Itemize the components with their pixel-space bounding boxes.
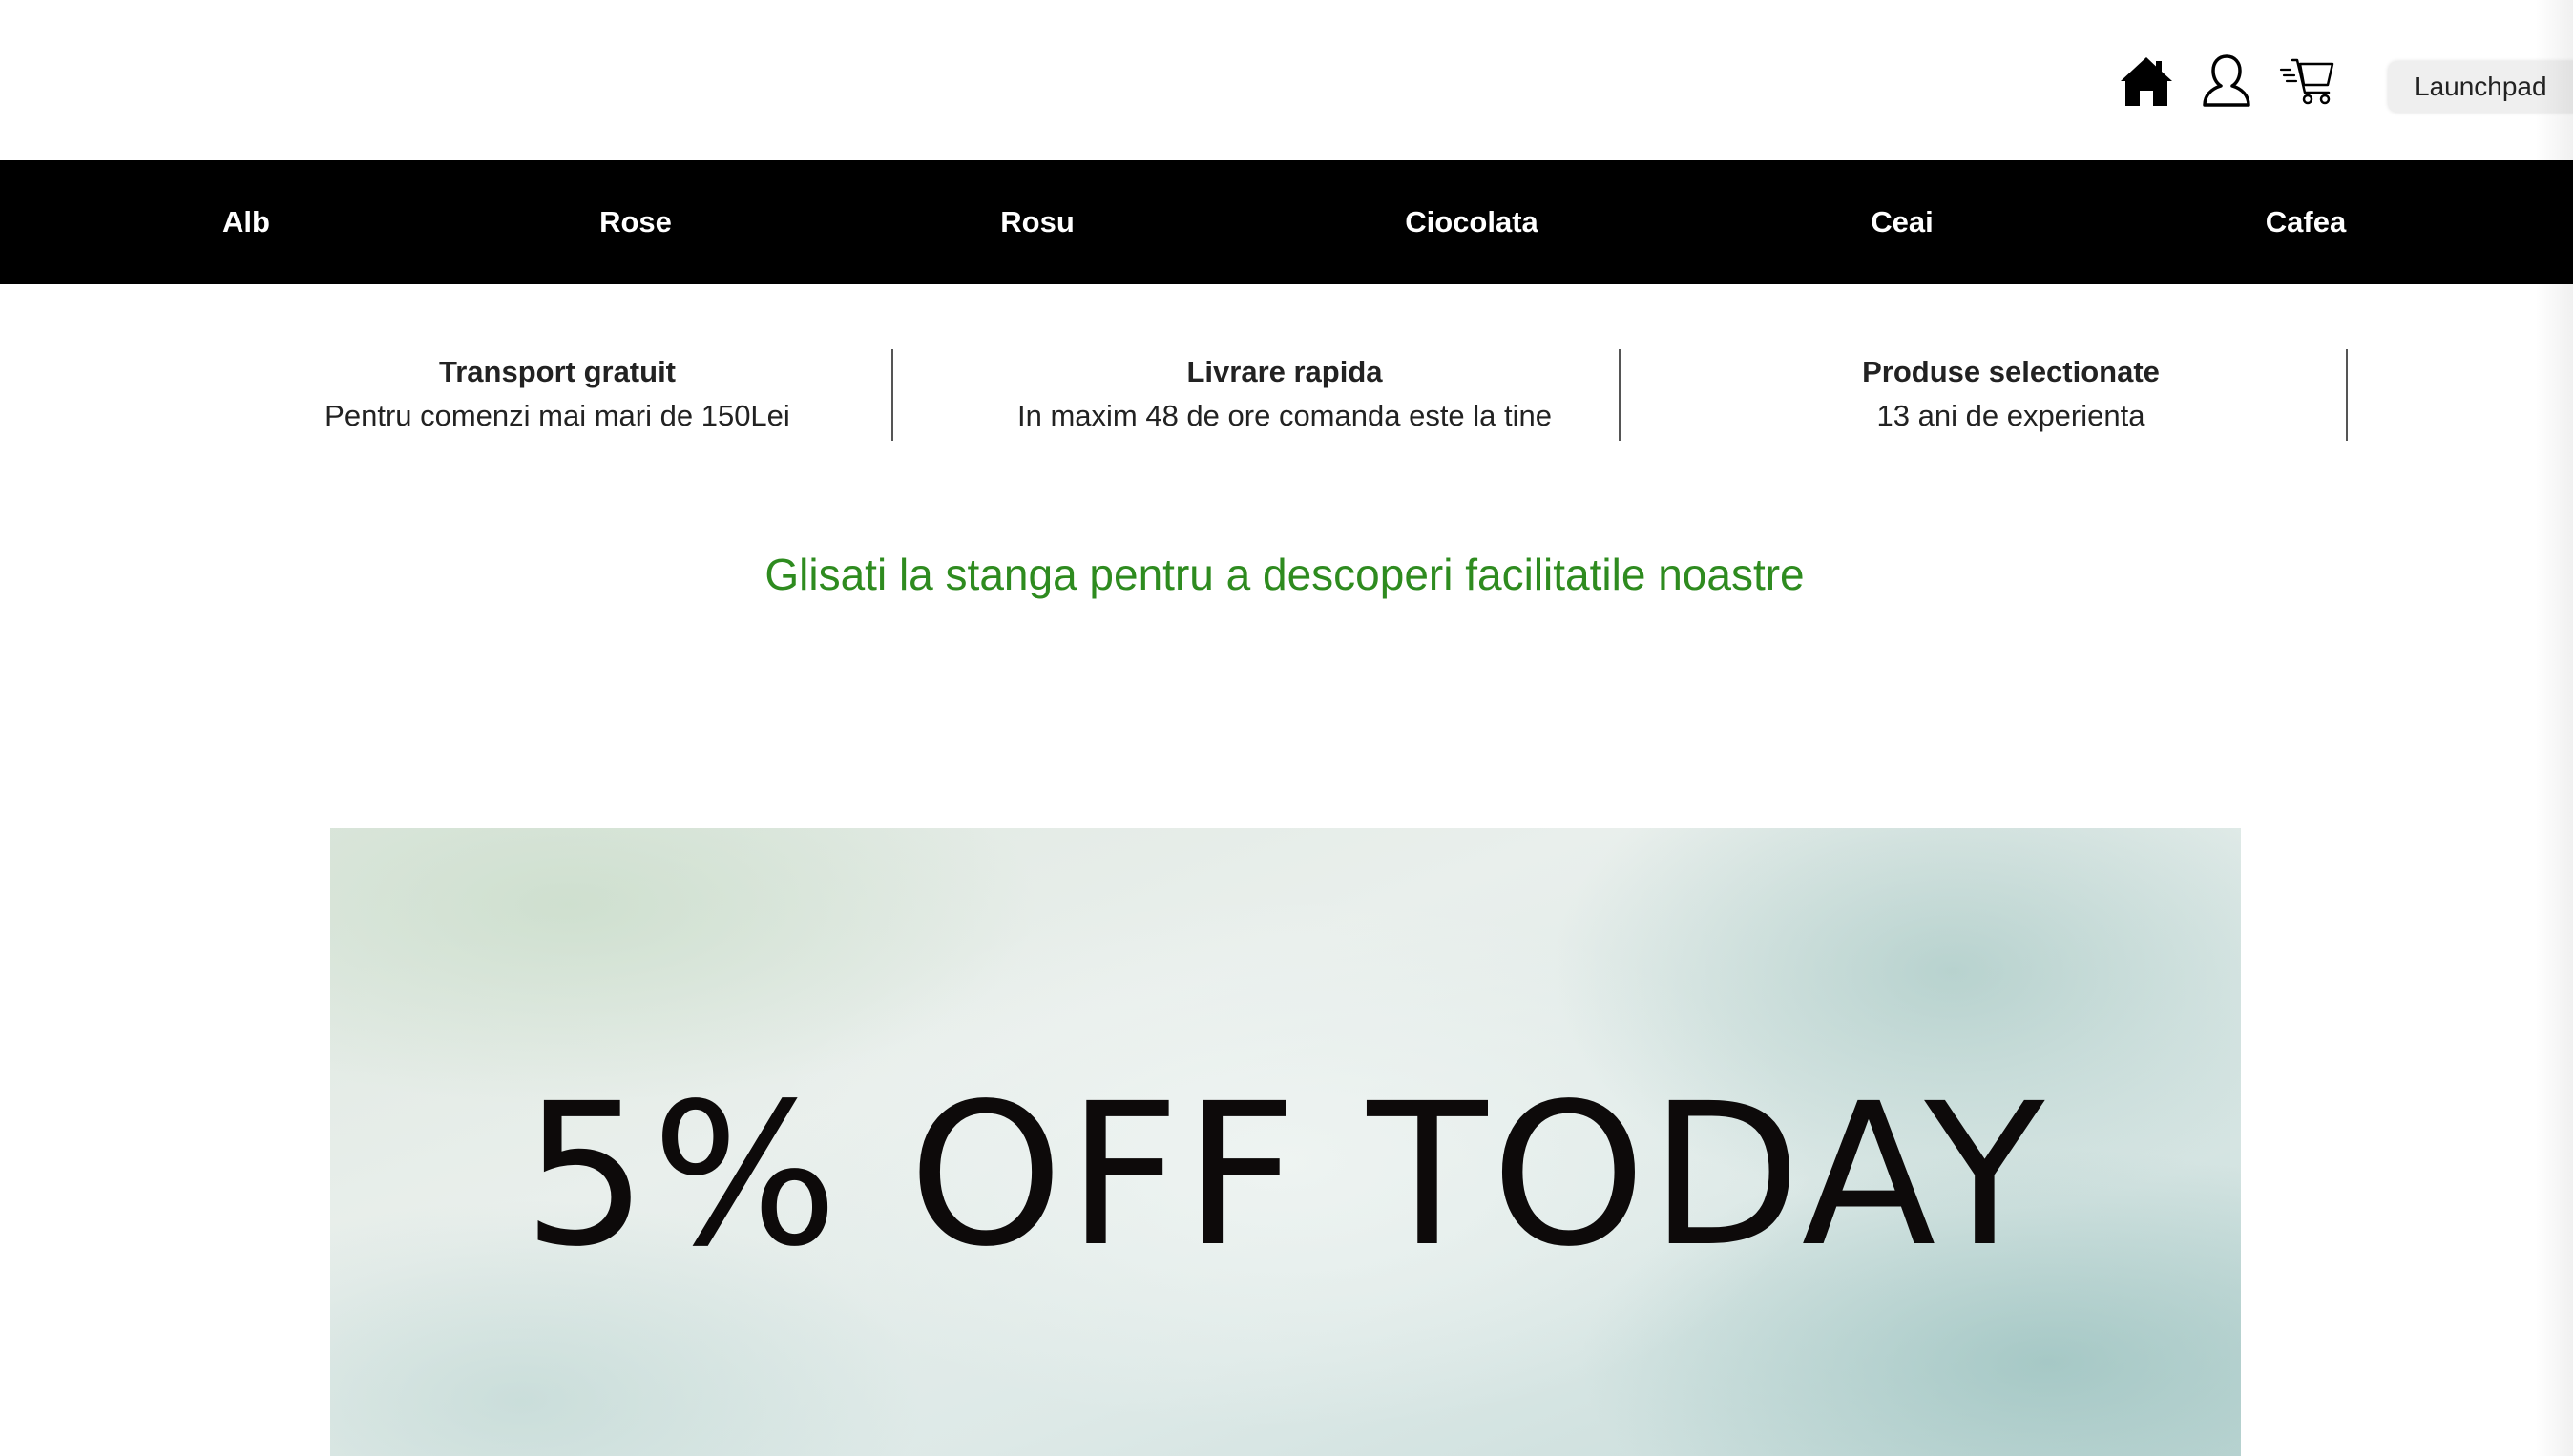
- feature-divider: [891, 349, 893, 441]
- user-icon[interactable]: [2198, 52, 2255, 110]
- feature-free-shipping: Transport gratuit Pentru comenzi mai mar…: [195, 351, 920, 439]
- feature-divider: [1619, 349, 1621, 441]
- nav-item-cafea[interactable]: Cafea: [2266, 160, 2346, 284]
- nav-item-ceai[interactable]: Ceai: [1871, 160, 1933, 284]
- feature-title: Produse selectionate: [1862, 355, 2160, 388]
- feature-title: Livrare rapida: [1186, 355, 1383, 388]
- feature-selected-products: Produse selectionate 13 ani de experient…: [1648, 351, 2374, 439]
- promo-banner[interactable]: 5% OFF TODAY: [330, 828, 2241, 1456]
- home-icon[interactable]: [2118, 52, 2175, 110]
- feature-divider: [2346, 349, 2348, 441]
- nav-item-alb[interactable]: Alb: [222, 160, 270, 284]
- nav-item-ciocolata[interactable]: Ciocolata: [1405, 160, 1538, 284]
- promo-banner-text: 5% OFF TODAY: [522, 1061, 2049, 1290]
- feature-title: Transport gratuit: [438, 355, 676, 388]
- category-nav: Alb Rose Rosu Ciocolata Ceai Cafea: [0, 160, 2573, 284]
- launchpad-tab[interactable]: Launchpad: [2388, 61, 2573, 113]
- nav-item-rosu[interactable]: Rosu: [1000, 160, 1075, 284]
- feature-description: 13 ani de experienta: [1876, 399, 2145, 432]
- feature-description: Pentru comenzi mai mari de 150Lei: [324, 399, 790, 432]
- header: Launchpad: [0, 0, 2573, 160]
- page: Launchpad Alb Rose Rosu Ciocolata Ceai C…: [0, 0, 2573, 1456]
- feature-fast-delivery: Livrare rapida In maxim 48 de ore comand…: [922, 351, 1647, 439]
- cart-icon-graphic: [2279, 58, 2334, 105]
- nav-item-rose[interactable]: Rose: [599, 160, 672, 284]
- home-icon-graphic: [2121, 57, 2172, 106]
- feature-description: In maxim 48 de ore comanda este la tine: [1016, 399, 1553, 432]
- user-icon-graphic: [2203, 54, 2250, 107]
- swipe-hint-message: Glisati la stanga pentru a descoperi fac…: [764, 550, 1805, 599]
- cart-icon[interactable]: [2279, 52, 2336, 110]
